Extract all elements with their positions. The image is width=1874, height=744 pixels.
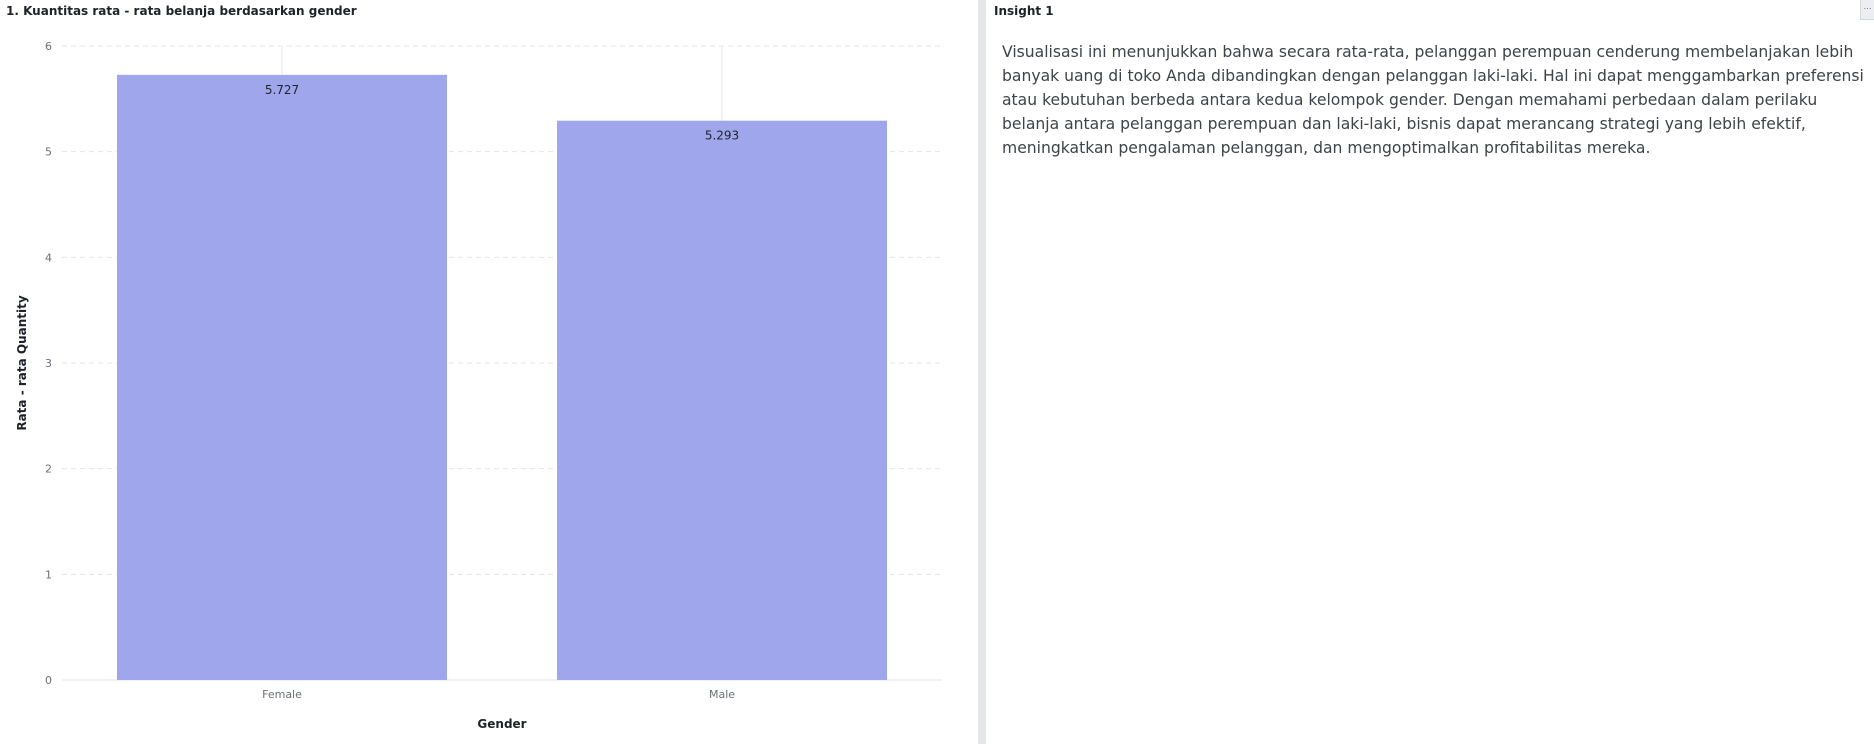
insight-panel: Insight 1 Visualisasi ini menunjukkan ba… xyxy=(986,0,1874,744)
data-label-female: 5.727 xyxy=(265,83,299,97)
insight-panel-title: Insight 1 xyxy=(994,4,1054,18)
y-tick-label: 5 xyxy=(45,146,52,159)
bar-male[interactable] xyxy=(557,120,887,680)
x-axis-label: Gender xyxy=(477,717,526,731)
dashboard: 1. Kuantitas rata - rata belanja berdasa… xyxy=(0,0,1874,744)
x-tick-label: Female xyxy=(262,688,302,701)
panel-divider[interactable] xyxy=(978,0,986,744)
data-label-male: 5.293 xyxy=(705,129,739,143)
y-tick-label: 6 xyxy=(45,40,52,53)
bar-female[interactable] xyxy=(117,74,447,681)
insight-text: Visualisasi ini menunjukkan bahwa secara… xyxy=(1002,43,1864,157)
y-tick-label: 0 xyxy=(45,674,52,687)
bar-chart: 0 1 2 3 4 5 6 Female Male 5.727 5.293 Gender Rat… xyxy=(15,40,942,731)
x-axis-ticks: Female Male xyxy=(262,688,735,701)
y-tick-label: 4 xyxy=(45,251,52,264)
chart-panel: 1. Kuantitas rata - rata belanja berdasa… xyxy=(0,0,978,744)
chart-bars xyxy=(117,74,887,681)
y-tick-label: 3 xyxy=(45,357,52,370)
y-axis-ticks: 0 1 2 3 4 5 6 xyxy=(45,40,52,687)
y-tick-label: 1 xyxy=(45,568,52,581)
x-tick-label: Male xyxy=(709,688,735,701)
y-axis-label: Rata - rata Quantity xyxy=(15,295,29,431)
y-tick-label: 2 xyxy=(45,463,52,476)
panel-menu-icon[interactable]: ⋯ xyxy=(1860,0,1874,20)
